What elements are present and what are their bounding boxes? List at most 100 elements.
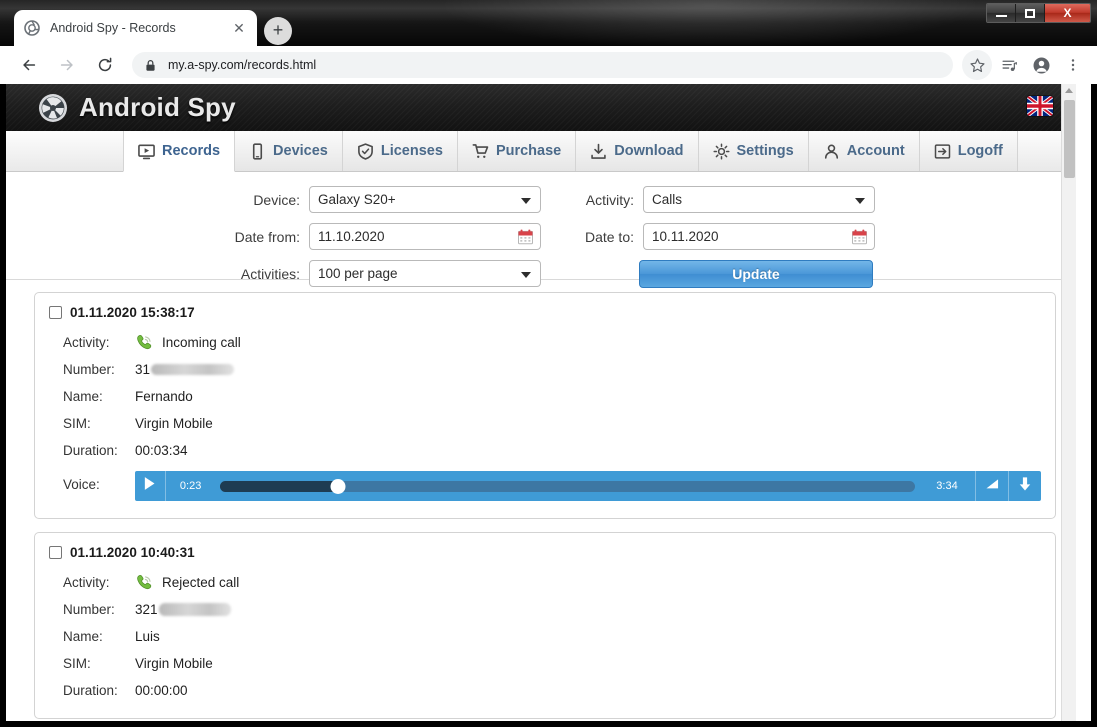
- date-to-value: 10.11.2020: [652, 229, 719, 244]
- number-value-wrap: 31: [135, 362, 235, 377]
- arrow-right-icon: [60, 59, 73, 71]
- url-text: my.a-spy.com/records.html: [168, 58, 317, 72]
- name-value: Luis: [135, 629, 160, 644]
- site-logo[interactable]: Android Spy: [38, 92, 236, 123]
- record-timestamp: 01.11.2020 10:40:31: [70, 545, 195, 560]
- address-bar[interactable]: my.a-spy.com/records.html: [132, 52, 953, 78]
- record-duration-row: Duration: 00:03:34: [63, 437, 1041, 464]
- nav-tab-label: Download: [614, 143, 684, 159]
- page-scrollbar[interactable]: [1061, 84, 1076, 721]
- device-label: Device:: [253, 191, 300, 208]
- toolbar-actions: [961, 50, 1089, 80]
- phone-icon: [249, 142, 266, 160]
- date-to-input[interactable]: 10.11.2020: [643, 223, 875, 250]
- nav-tab-logoff[interactable]: Logoff: [918, 131, 1018, 171]
- download-recording-button[interactable]: [1009, 471, 1041, 501]
- scrollbar-thumb[interactable]: [1064, 100, 1075, 178]
- incoming-call-icon: [135, 333, 154, 352]
- device-select[interactable]: Galaxy S20+: [309, 186, 541, 213]
- date-from-input[interactable]: 11.10.2020: [309, 223, 541, 250]
- new-tab-button[interactable]: +: [264, 17, 292, 45]
- logout-icon: [934, 143, 951, 160]
- activity-value: Calls: [652, 192, 683, 207]
- sim-label: SIM:: [63, 656, 91, 671]
- name-value: Fernando: [135, 389, 193, 404]
- total-time: 3:34: [936, 480, 958, 492]
- site-header: Android Spy: [6, 84, 1076, 131]
- browser-tab[interactable]: Android Spy - Records ✕: [14, 10, 257, 46]
- web-page: Android Spy Records Devices Licenses Pur…: [6, 84, 1076, 721]
- browser-tab-title: Android Spy - Records: [50, 21, 176, 35]
- record-checkbox[interactable]: [49, 546, 62, 559]
- record-header: 01.11.2020 10:40:31: [49, 545, 1041, 560]
- records-icon: [138, 143, 155, 160]
- activity-value: Incoming call: [162, 335, 241, 350]
- close-icon[interactable]: ✕: [231, 20, 247, 36]
- seek-progress: [219, 480, 338, 492]
- activity-label: Activity:: [63, 335, 110, 350]
- record-checkbox[interactable]: [49, 306, 62, 319]
- calendar-icon[interactable]: [518, 229, 533, 245]
- audio-player[interactable]: 0:23 3:34: [134, 471, 1041, 501]
- scroll-up-icon[interactable]: [1065, 88, 1073, 93]
- device-value: Galaxy S20+: [318, 192, 396, 207]
- sim-value: Virgin Mobile: [135, 416, 213, 431]
- sim-label: SIM:: [63, 416, 91, 431]
- record-timestamp: 01.11.2020 15:38:17: [70, 305, 195, 320]
- date-to-field-row: Date to: 10.11.2020: [583, 223, 875, 250]
- forward-button[interactable]: [52, 50, 82, 80]
- number-value: 321: [135, 602, 158, 617]
- profile-icon[interactable]: [1026, 50, 1056, 80]
- record-number-row: Number: 31: [63, 356, 1041, 383]
- play-button[interactable]: [135, 471, 166, 501]
- nav-tab-label: Logoff: [957, 143, 1003, 159]
- nav-tab-records[interactable]: Records: [123, 131, 236, 172]
- number-label: Number:: [63, 362, 115, 377]
- nav-tab-account[interactable]: Account: [807, 131, 920, 171]
- nav-tab-label: Purchase: [495, 143, 562, 159]
- filter-panel: Device: Galaxy S20+ Activity: Calls Date…: [6, 172, 1076, 288]
- activities-per-page-select[interactable]: 100 per page: [309, 260, 541, 287]
- star-icon[interactable]: [962, 50, 992, 80]
- nav-tab-licenses[interactable]: Licenses: [341, 131, 458, 171]
- nav-tab-purchase[interactable]: Purchase: [456, 131, 577, 171]
- record-name-row: Name: Fernando: [63, 383, 1041, 410]
- record-fields: Activity:: [63, 569, 1041, 704]
- page-viewport: Android Spy Records Devices Licenses Pur…: [6, 84, 1091, 721]
- kebab-menu-icon[interactable]: [1058, 50, 1088, 80]
- redacted-number-mask: [158, 603, 231, 616]
- main-navigation: Records Devices Licenses Purchase Downlo…: [6, 131, 1076, 172]
- nav-tab-label: Settings: [736, 143, 794, 159]
- back-button[interactable]: [14, 50, 44, 80]
- reload-icon: [98, 57, 112, 72]
- nav-tab-label: Records: [162, 143, 221, 159]
- date-to-label: Date to:: [584, 228, 634, 245]
- update-button[interactable]: Update: [639, 260, 873, 288]
- name-label: Name:: [63, 629, 103, 644]
- uk-flag-icon[interactable]: [1027, 96, 1053, 116]
- update-row: Update: [639, 260, 873, 288]
- duration-value: 00:00:00: [135, 683, 188, 698]
- seek-handle[interactable]: [330, 478, 346, 494]
- volume-button[interactable]: [976, 471, 1008, 501]
- nav-tab-settings[interactable]: Settings: [697, 131, 809, 171]
- record-header: 01.11.2020 15:38:17: [49, 305, 1041, 320]
- user-icon: [823, 143, 840, 160]
- browser-toolbar: my.a-spy.com/records.html: [0, 46, 1097, 84]
- rejected-call-icon: [135, 573, 154, 592]
- number-value-wrap: 321: [135, 602, 231, 617]
- activities-value: 100 per page: [318, 266, 398, 281]
- nav-tab-download[interactable]: Download: [575, 131, 699, 171]
- update-button-label: Update: [732, 266, 780, 282]
- plus-icon: +: [272, 20, 284, 40]
- reload-button[interactable]: [90, 50, 120, 80]
- nav-tab-devices[interactable]: Devices: [234, 131, 343, 171]
- aperture-logo-icon: [38, 93, 68, 123]
- number-value: 31: [135, 362, 151, 377]
- seek-slider[interactable]: [219, 471, 915, 501]
- duration-value: 00:03:34: [135, 443, 188, 458]
- calendar-icon[interactable]: [852, 229, 867, 245]
- activity-select[interactable]: Calls: [643, 186, 875, 213]
- media-list-icon[interactable]: [994, 50, 1024, 80]
- voice-label: Voice:: [63, 476, 100, 492]
